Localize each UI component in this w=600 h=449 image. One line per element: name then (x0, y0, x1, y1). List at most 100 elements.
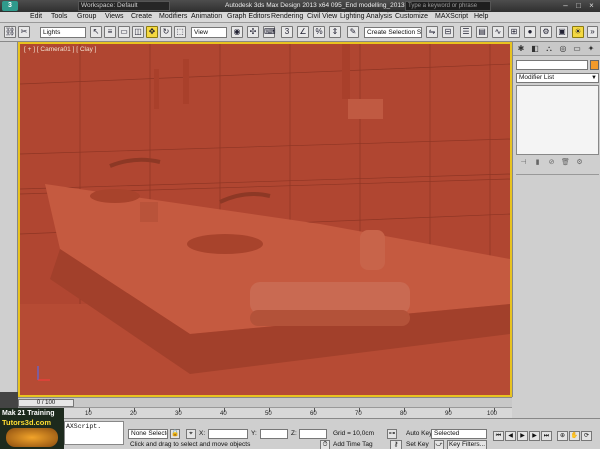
pivot-center-icon[interactable]: ◉ (231, 26, 243, 38)
menu-edit[interactable]: Edit (30, 13, 42, 20)
layer-manager-icon[interactable]: ☰ (460, 26, 472, 38)
time-slider-handle[interactable]: 0 / 100 (18, 399, 74, 407)
menu-help[interactable]: Help (474, 13, 488, 20)
set-key-button[interactable]: Set Key (406, 441, 429, 448)
go-to-start-icon[interactable]: ⏮ (493, 431, 504, 441)
curve-editor-icon[interactable]: ∿ (492, 26, 504, 38)
selection-count: None Selected (128, 429, 168, 439)
angle-snap-icon[interactable]: ∠ (297, 26, 309, 38)
render-production-icon[interactable]: ☀ (572, 26, 584, 38)
default-in-out-icon[interactable]: ⤻ (434, 440, 444, 449)
select-and-rotate-icon[interactable]: ↻ (160, 26, 172, 38)
snaps-toggle-icon[interactable]: 3 (281, 26, 293, 38)
rendered-frame-window-icon[interactable]: ▣ (556, 26, 568, 38)
make-unique-icon[interactable]: ⊘ (546, 158, 557, 168)
search-input[interactable]: Type a keyword or phrase (405, 1, 491, 11)
render-setup-icon[interactable]: ⚙ (540, 26, 552, 38)
material-editor-icon[interactable]: ● (524, 26, 536, 38)
key-selection-dropdown[interactable]: Selected (431, 429, 487, 439)
select-by-name-icon[interactable]: ≡ (104, 26, 116, 38)
hierarchy-tab-icon[interactable]: ⛬ (544, 44, 554, 54)
menu-lighting-analysis[interactable]: Lighting Analysis (340, 13, 392, 20)
go-to-end-icon[interactable]: ⏭ (541, 431, 552, 441)
unlink-icon[interactable]: ✂ (18, 26, 30, 38)
absolute-mode-icon[interactable]: ⌖ (186, 429, 196, 439)
key-mode-icon[interactable]: ⊶ (387, 429, 397, 439)
menu-group[interactable]: Group (77, 13, 96, 20)
viewport-label[interactable]: [ + ] [ Camera01 ] [ Clay ] (24, 46, 96, 53)
camera-viewport[interactable]: [ + ] [ Camera01 ] [ Clay ] (18, 42, 512, 397)
maxscript-listener[interactable]: AXScript. (64, 421, 124, 445)
auto-key-button[interactable]: Auto Key (406, 430, 432, 437)
x-coordinate-field[interactable] (208, 429, 248, 439)
z-coordinate-field[interactable] (299, 429, 327, 439)
workspace-dropdown[interactable]: Workspace: Default (78, 1, 170, 11)
object-color-swatch[interactable] (590, 60, 599, 70)
lock-selection-icon[interactable]: 🔒 (170, 429, 180, 439)
create-tab-icon[interactable]: ✱ (516, 44, 526, 54)
pin-stack-icon[interactable]: ⊣ (518, 158, 529, 168)
window-crossing-icon[interactable]: ◫ (132, 26, 144, 38)
set-key-icon[interactable]: ⚷ (390, 440, 402, 449)
menu-maxscript[interactable]: MAXScript (435, 13, 468, 20)
orbit-icon[interactable]: ⟳ (581, 431, 592, 441)
grid-size: Grid = 10,0cm (333, 430, 375, 437)
display-tab-icon[interactable]: ▭ (572, 44, 582, 54)
link-icon[interactable]: ⛓ (4, 26, 16, 38)
select-object-icon[interactable]: ↖ (90, 26, 102, 38)
add-time-tag[interactable]: Add Time Tag (333, 441, 373, 448)
reference-coordinate-dropdown[interactable]: View (191, 27, 227, 38)
align-icon[interactable]: ⊟ (442, 26, 454, 38)
next-frame-icon[interactable]: ▶ (529, 431, 540, 441)
minimize-icon[interactable]: – (560, 1, 571, 11)
menu-modifiers[interactable]: Modifiers (159, 13, 187, 20)
previous-frame-icon[interactable]: ◀ (505, 431, 516, 441)
time-tag-icon[interactable]: ⏱ (320, 440, 330, 449)
pan-icon[interactable]: ✋ (569, 431, 580, 441)
selection-filter-dropdown[interactable]: Lights (40, 27, 86, 38)
menu-animation[interactable]: Animation (191, 13, 222, 20)
motion-tab-icon[interactable]: ◎ (558, 44, 568, 54)
mirror-icon[interactable]: ⇋ (426, 26, 438, 38)
keyboard-shortcut-icon[interactable]: ⌨ (263, 26, 276, 38)
tick-label: 50 (265, 411, 272, 417)
maximize-icon[interactable]: □ (573, 1, 584, 11)
menu-create[interactable]: Create (131, 13, 152, 20)
menu-civil-view[interactable]: Civil View (307, 13, 337, 20)
x-label: X: (199, 430, 206, 437)
remove-modifier-icon[interactable]: 🗑 (560, 158, 571, 168)
rectangular-selection-icon[interactable]: ▭ (118, 26, 130, 38)
configure-modifier-sets-icon[interactable]: ⚙ (574, 158, 585, 168)
time-slider[interactable]: 0 / 100 (18, 397, 512, 407)
utilities-tab-icon[interactable]: ✦ (586, 44, 596, 54)
select-manipulate-icon[interactable]: ✣ (247, 26, 259, 38)
close-icon[interactable]: × (586, 1, 597, 11)
object-name-field[interactable] (516, 60, 588, 70)
toolbar-overflow-icon[interactable]: » (587, 26, 598, 38)
select-and-scale-icon[interactable]: ⬚ (174, 26, 186, 38)
app-logo-icon[interactable]: 3 (2, 1, 18, 11)
menu-graph-editors[interactable]: Graph Editors (227, 13, 270, 20)
percent-snap-icon[interactable]: % (313, 26, 325, 38)
play-icon[interactable]: ▶ (517, 431, 528, 441)
menu-tools[interactable]: Tools (51, 13, 67, 20)
menu-customize[interactable]: Customize (395, 13, 428, 20)
key-filters-button[interactable]: Key Filters... (447, 440, 487, 449)
menu-rendering[interactable]: Rendering (271, 13, 303, 20)
named-selection-set-dropdown[interactable]: Create Selection Se (364, 27, 422, 38)
menu-views[interactable]: Views (105, 13, 124, 20)
modifier-stack[interactable] (516, 85, 599, 155)
spinner-snap-icon[interactable]: ⇕ (329, 26, 341, 38)
zoom-icon[interactable]: ⊕ (557, 431, 568, 441)
track-bar[interactable]: 0 10 20 30 40 50 60 70 80 90 100 (18, 407, 512, 418)
schematic-view-icon[interactable]: ⊞ (508, 26, 520, 38)
tick-label: 100 (487, 411, 498, 417)
y-coordinate-field[interactable] (260, 429, 288, 439)
edit-named-selection-icon[interactable]: ✎ (347, 26, 359, 38)
modify-tab-icon[interactable]: ◧ (530, 44, 540, 54)
graphite-ribbon-icon[interactable]: ▤ (476, 26, 488, 38)
select-and-move-icon[interactable]: ✥ (146, 26, 158, 38)
modifier-list-dropdown[interactable]: Modifier List ▼ (516, 73, 599, 83)
title-bar: 3 Workspace: Default Autodesk 3ds Max De… (0, 0, 600, 12)
show-end-result-icon[interactable]: ▮ (532, 158, 543, 168)
